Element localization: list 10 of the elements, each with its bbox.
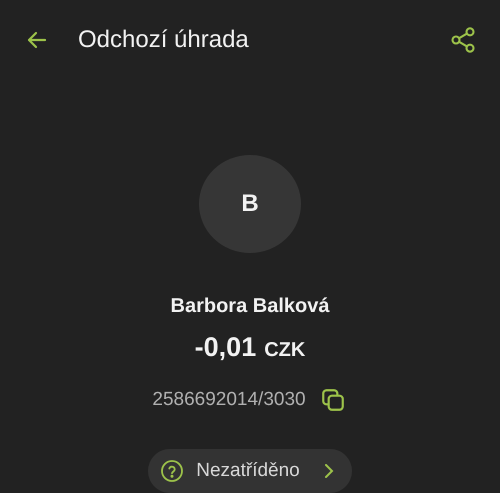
category-chip[interactable]: Nezatříděno (148, 449, 352, 493)
amount: -0,01 (194, 332, 256, 363)
payee-name: Barbora Balková (170, 295, 330, 318)
share-icon (449, 26, 477, 54)
help-icon (160, 459, 184, 483)
screen-title: Odchozí úhrada (78, 26, 250, 54)
currency: CZK (264, 339, 306, 362)
account-number: 2586692014/3030 (152, 389, 306, 411)
avatar: B (199, 154, 301, 253)
copy-icon (320, 387, 346, 413)
